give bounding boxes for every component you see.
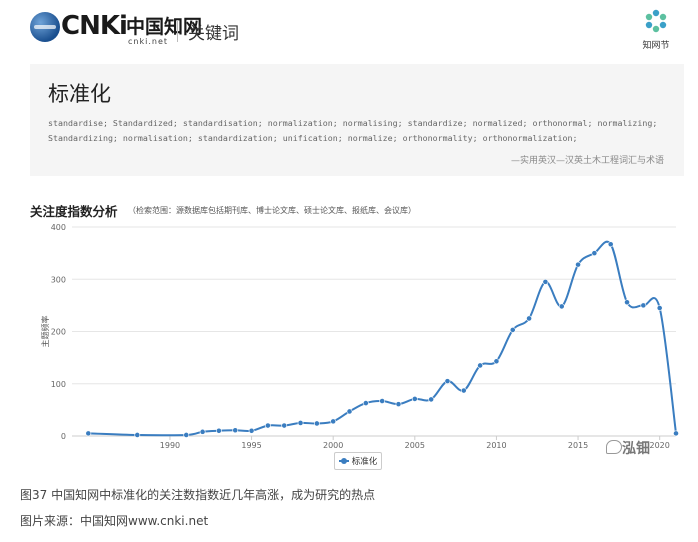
x-tick-label: 2010 [486,441,506,450]
data-point [656,305,663,311]
data-point [330,418,337,425]
data-point [509,327,516,333]
term-title: 标准化 [48,82,111,106]
series-line [88,240,677,437]
header: CNKi 中国知网 cnki.net 关键词 知网节 [0,0,698,58]
data-point [542,278,549,285]
data-point [264,422,271,429]
brand-text: 知网节 [642,41,670,51]
y-axis-label: 主题频率 [40,316,50,348]
x-tick-label: 2000 [323,441,343,450]
data-point [199,428,206,435]
figure-caption: 图37 中国知网中标准化的关注数指数近几年高涨，成为研究的热点 [20,488,376,502]
x-tick-label: 2020 [649,441,669,450]
y-tick-label: 300 [51,275,66,284]
definition-source: —实用英汉—汉英土木工程词汇与术语 [510,156,664,166]
data-point [444,378,451,385]
logo-text: CNKi [61,11,128,41]
data-point [640,302,647,309]
x-tick-label: 2015 [568,441,588,450]
logo-url: cnki.net [128,37,168,46]
data-point [575,261,581,268]
zhiwangjie-brand[interactable]: 知网节 [636,8,676,52]
flower-icon [645,9,667,33]
data-point [362,400,369,406]
analysis-scope: （检索范围：源数据库包括期刊库、博士论文库、硕士论文库、报纸库、会议库） [128,206,416,215]
data-point [216,427,222,434]
data-point [558,303,565,310]
x-tick-label: 1990 [160,441,180,450]
image-source: 图片来源：中国知网www.cnki.net [20,514,209,528]
data-point [591,250,598,257]
y-tick-label: 200 [51,328,66,337]
data-point [411,396,418,402]
data-point [673,430,679,437]
data-point [460,387,467,394]
data-point [297,420,304,426]
data-point [493,358,500,365]
x-tick-label: 1995 [241,441,261,450]
x-tick-label: 2005 [405,441,425,450]
data-point [183,432,190,438]
data-point [134,432,141,438]
data-point [607,241,614,248]
data-point [346,408,353,415]
data-point [248,427,255,434]
data-point [395,401,402,408]
y-tick-label: 0 [61,432,66,441]
data-point [477,362,484,369]
page-title: 关键词 [188,24,239,44]
legend-line-symbol [338,458,349,464]
data-point [526,315,532,322]
attention-index-chart: 0 100 200 300 400 1990 1995 2000 2005 2010 2015 202… [40,223,679,450]
cnki-logo[interactable]: CNKi 中国知网 cnki.net [30,11,202,48]
data-point [85,430,92,437]
data-point [313,420,320,427]
term-translations: standardise; Standardized; standardisati… [48,118,658,143]
header-divider [177,20,178,42]
watermark: 泓钿 [622,441,650,457]
data-point [281,422,288,429]
legend-label: 标准化 [351,457,378,467]
globe-icon [30,12,60,42]
wechat-bubble-icon [606,440,622,454]
chart-legend[interactable]: 标准化 [334,452,382,470]
data-point [428,396,435,403]
y-tick-label: 400 [51,223,66,232]
y-tick-label: 100 [51,380,66,389]
definition-box: 标准化 standardise; Standardized; standardi… [30,64,684,176]
data-point [624,299,630,306]
data-point [379,398,386,404]
data-point [232,427,239,434]
